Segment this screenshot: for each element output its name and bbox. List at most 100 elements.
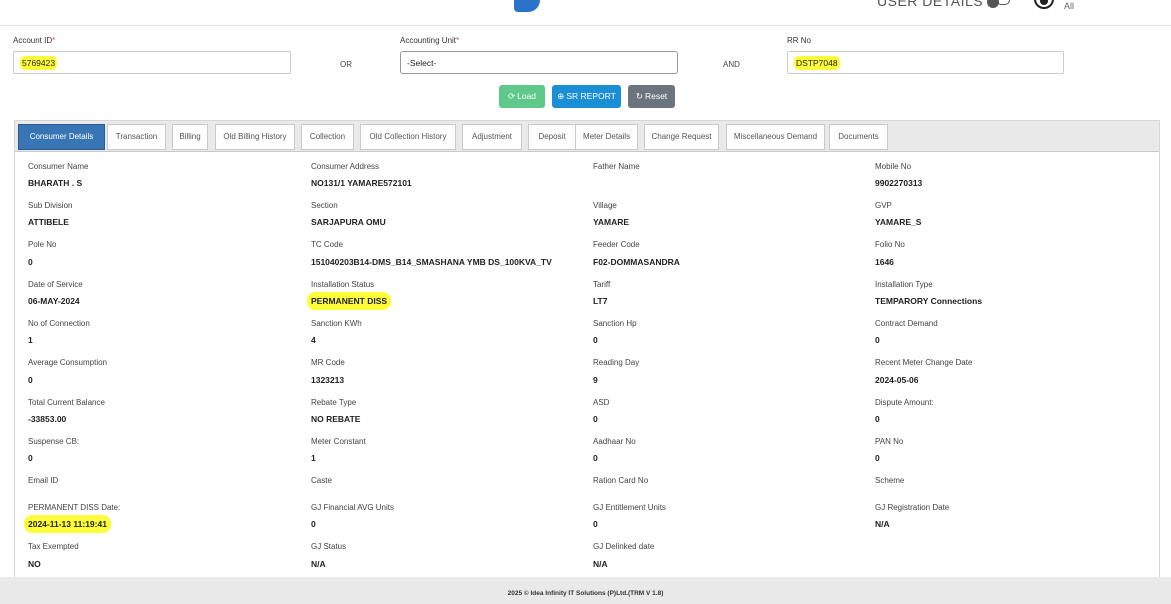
tab-consumer-details[interactable]: Consumer Details	[18, 124, 105, 150]
tariff-value: LT7	[593, 296, 608, 306]
mr-code-value: 1323213	[311, 375, 345, 385]
total-current-balance-label: Total Current Balance	[28, 398, 105, 407]
date-of-service-value: 06-MAY-2024	[28, 296, 80, 306]
tab-documents[interactable]: Documents	[829, 124, 888, 150]
gvp-value: YAMARE_S	[875, 217, 922, 227]
tax-exempted-value: NO	[28, 559, 41, 569]
mr-code-label: MR Code	[311, 358, 345, 367]
gj-entitlement-units-label: GJ Entitlement Units	[593, 503, 666, 512]
tc-code-label: TC Code	[311, 240, 344, 249]
reset-button-label: Reset	[644, 91, 668, 101]
consumer-panel: Consumer Details Transaction Billing Old…	[14, 120, 1160, 580]
installation-status-label: Installation Status	[311, 280, 375, 289]
tab-change-request[interactable]: Change Request	[644, 124, 719, 150]
tab-transaction[interactable]: Transaction	[107, 124, 166, 150]
mobile-no-label: Mobile No	[875, 162, 912, 171]
sr-report-button-label: SR REPORT	[566, 91, 616, 101]
gj-registration-date-value: N/A	[875, 519, 890, 529]
permanent-diss-date-value: 2024-11-13 11:19:41	[24, 515, 111, 533]
village-label: Village	[593, 201, 617, 210]
rr-no-input[interactable]: DSTP7048	[787, 51, 1064, 74]
reset-button[interactable]: ↻ Reset	[628, 85, 675, 108]
gj-delinked-date-value: N/A	[593, 559, 608, 569]
footer: 2025 © Idea Infinity IT Solutions (P)Ltd…	[0, 577, 1171, 604]
date-of-service-label: Date of Service	[28, 280, 83, 289]
all-label: All	[1064, 1, 1075, 11]
folio-no-label: Folio No	[875, 240, 905, 249]
pan-no-value: 0	[875, 453, 880, 463]
meter-constant-label: Meter Constant	[311, 437, 366, 446]
load-button-label: Load	[517, 91, 537, 101]
average-consumption-label: Average Consumption	[28, 358, 108, 367]
tab-miscellaneous-demand[interactable]: Miscellaneous Demand	[726, 124, 825, 150]
tab-billing[interactable]: Billing	[172, 124, 208, 150]
suspense-cb-label: Suspense CB:	[28, 437, 80, 446]
account-id-label-text: Account ID	[13, 36, 53, 45]
folio-no-value: 1646	[875, 257, 894, 267]
sr-report-button[interactable]: ⊕ SR REPORT	[552, 85, 621, 108]
tab-old-billing-history[interactable]: Old Billing History	[215, 124, 295, 150]
bell-icon[interactable]	[996, 0, 1010, 5]
tab-adjustment[interactable]: Adjustment	[462, 124, 522, 150]
asd-label: ASD	[593, 398, 610, 407]
gj-status-label: GJ Status	[311, 542, 347, 551]
feeder-code-label: Feeder Code	[593, 240, 640, 249]
feeder-code-value: F02-DOMMASANDRA	[593, 257, 680, 267]
installation-type-value: TEMPARORY Connections	[875, 296, 983, 306]
recent-meter-change-date-value: 2024-05-06	[875, 375, 919, 385]
top-header: USER DETAILS All	[0, 0, 1171, 26]
gj-registration-date-label: GJ Registration Date	[875, 503, 950, 512]
rebate-type-value: NO REBATE	[311, 414, 361, 424]
no-of-connection-label: No of Connection	[28, 319, 90, 328]
accounting-unit-select[interactable]: -Select-	[400, 51, 678, 74]
recent-meter-change-date-label: Recent Meter Change Date	[875, 358, 973, 367]
refresh-icon: ⟳	[507, 91, 516, 101]
sanction-kwh-label: Sanction KWh	[311, 319, 362, 328]
meter-constant-value: 1	[311, 453, 316, 463]
accounting-unit-label-text: Accounting Unit	[400, 36, 457, 45]
user-avatar-icon[interactable]	[1034, 0, 1054, 9]
dispute-amount-label: Dispute Amount:	[875, 398, 934, 407]
user-details-menu[interactable]: USER DETAILS	[877, 0, 1000, 9]
tab-old-collection-history[interactable]: Old Collection History	[360, 124, 456, 150]
account-id-input[interactable]: 5769423	[13, 51, 291, 74]
rebate-type-label: Rebate Type	[311, 398, 357, 407]
pan-no-label: PAN No	[875, 437, 904, 446]
ration-card-no-label: Ration Card No	[593, 476, 649, 485]
gvp-label: GVP	[875, 201, 892, 210]
section-label: Section	[311, 201, 338, 210]
tab-meter-details[interactable]: Meter Details	[575, 124, 638, 150]
no-of-connection-value: 1	[28, 335, 33, 345]
sanction-kwh-value: 4	[311, 335, 316, 345]
sanction-hp-label: Sanction Hp	[593, 319, 637, 328]
contract-demand-label: Contract Demand	[875, 319, 938, 328]
consumer-address-value: NO131/1 YAMARE572101	[311, 178, 412, 188]
installation-status-value: PERMANENT DISS	[307, 292, 392, 310]
accounting-unit-label: Accounting Unit*	[400, 36, 459, 45]
contract-demand-value: 0	[875, 335, 880, 345]
email-id-label: Email ID	[28, 476, 59, 485]
account-id-label: Account ID*	[13, 36, 55, 45]
gj-financial-avg-units-label: GJ Financial AVG Units	[311, 503, 394, 512]
tab-bar: Consumer Details Transaction Billing Old…	[15, 121, 1159, 152]
consumer-address-label: Consumer Address	[311, 162, 380, 171]
sanction-hp-value: 0	[593, 335, 598, 345]
section-value: SARJAPURA OMU	[311, 217, 386, 227]
tax-exempted-label: Tax Exempted	[28, 542, 79, 551]
rr-no-label: RR No	[787, 36, 812, 45]
plus-circle-icon: ⊕	[557, 91, 565, 101]
installation-type-label: Installation Type	[875, 280, 933, 289]
consumer-name-value: BHARATH . S	[28, 178, 83, 188]
tab-collection[interactable]: Collection	[301, 124, 354, 150]
sub-division-label: Sub Division	[28, 201, 73, 210]
account-id-value: 5769423	[20, 56, 58, 70]
suspense-cb-value: 0	[28, 453, 33, 463]
gj-status-value: N/A	[311, 559, 326, 569]
tab-deposit[interactable]: Deposit	[528, 124, 576, 150]
permanent-diss-date-label: PERMANENT DISS Date:	[28, 503, 121, 512]
or-label: OR	[340, 60, 352, 69]
required-mark: *	[52, 36, 56, 45]
load-button[interactable]: ⟳ Load	[499, 85, 545, 108]
reading-day-label: Reading Day	[593, 358, 640, 367]
reset-icon: ↻	[635, 91, 643, 101]
